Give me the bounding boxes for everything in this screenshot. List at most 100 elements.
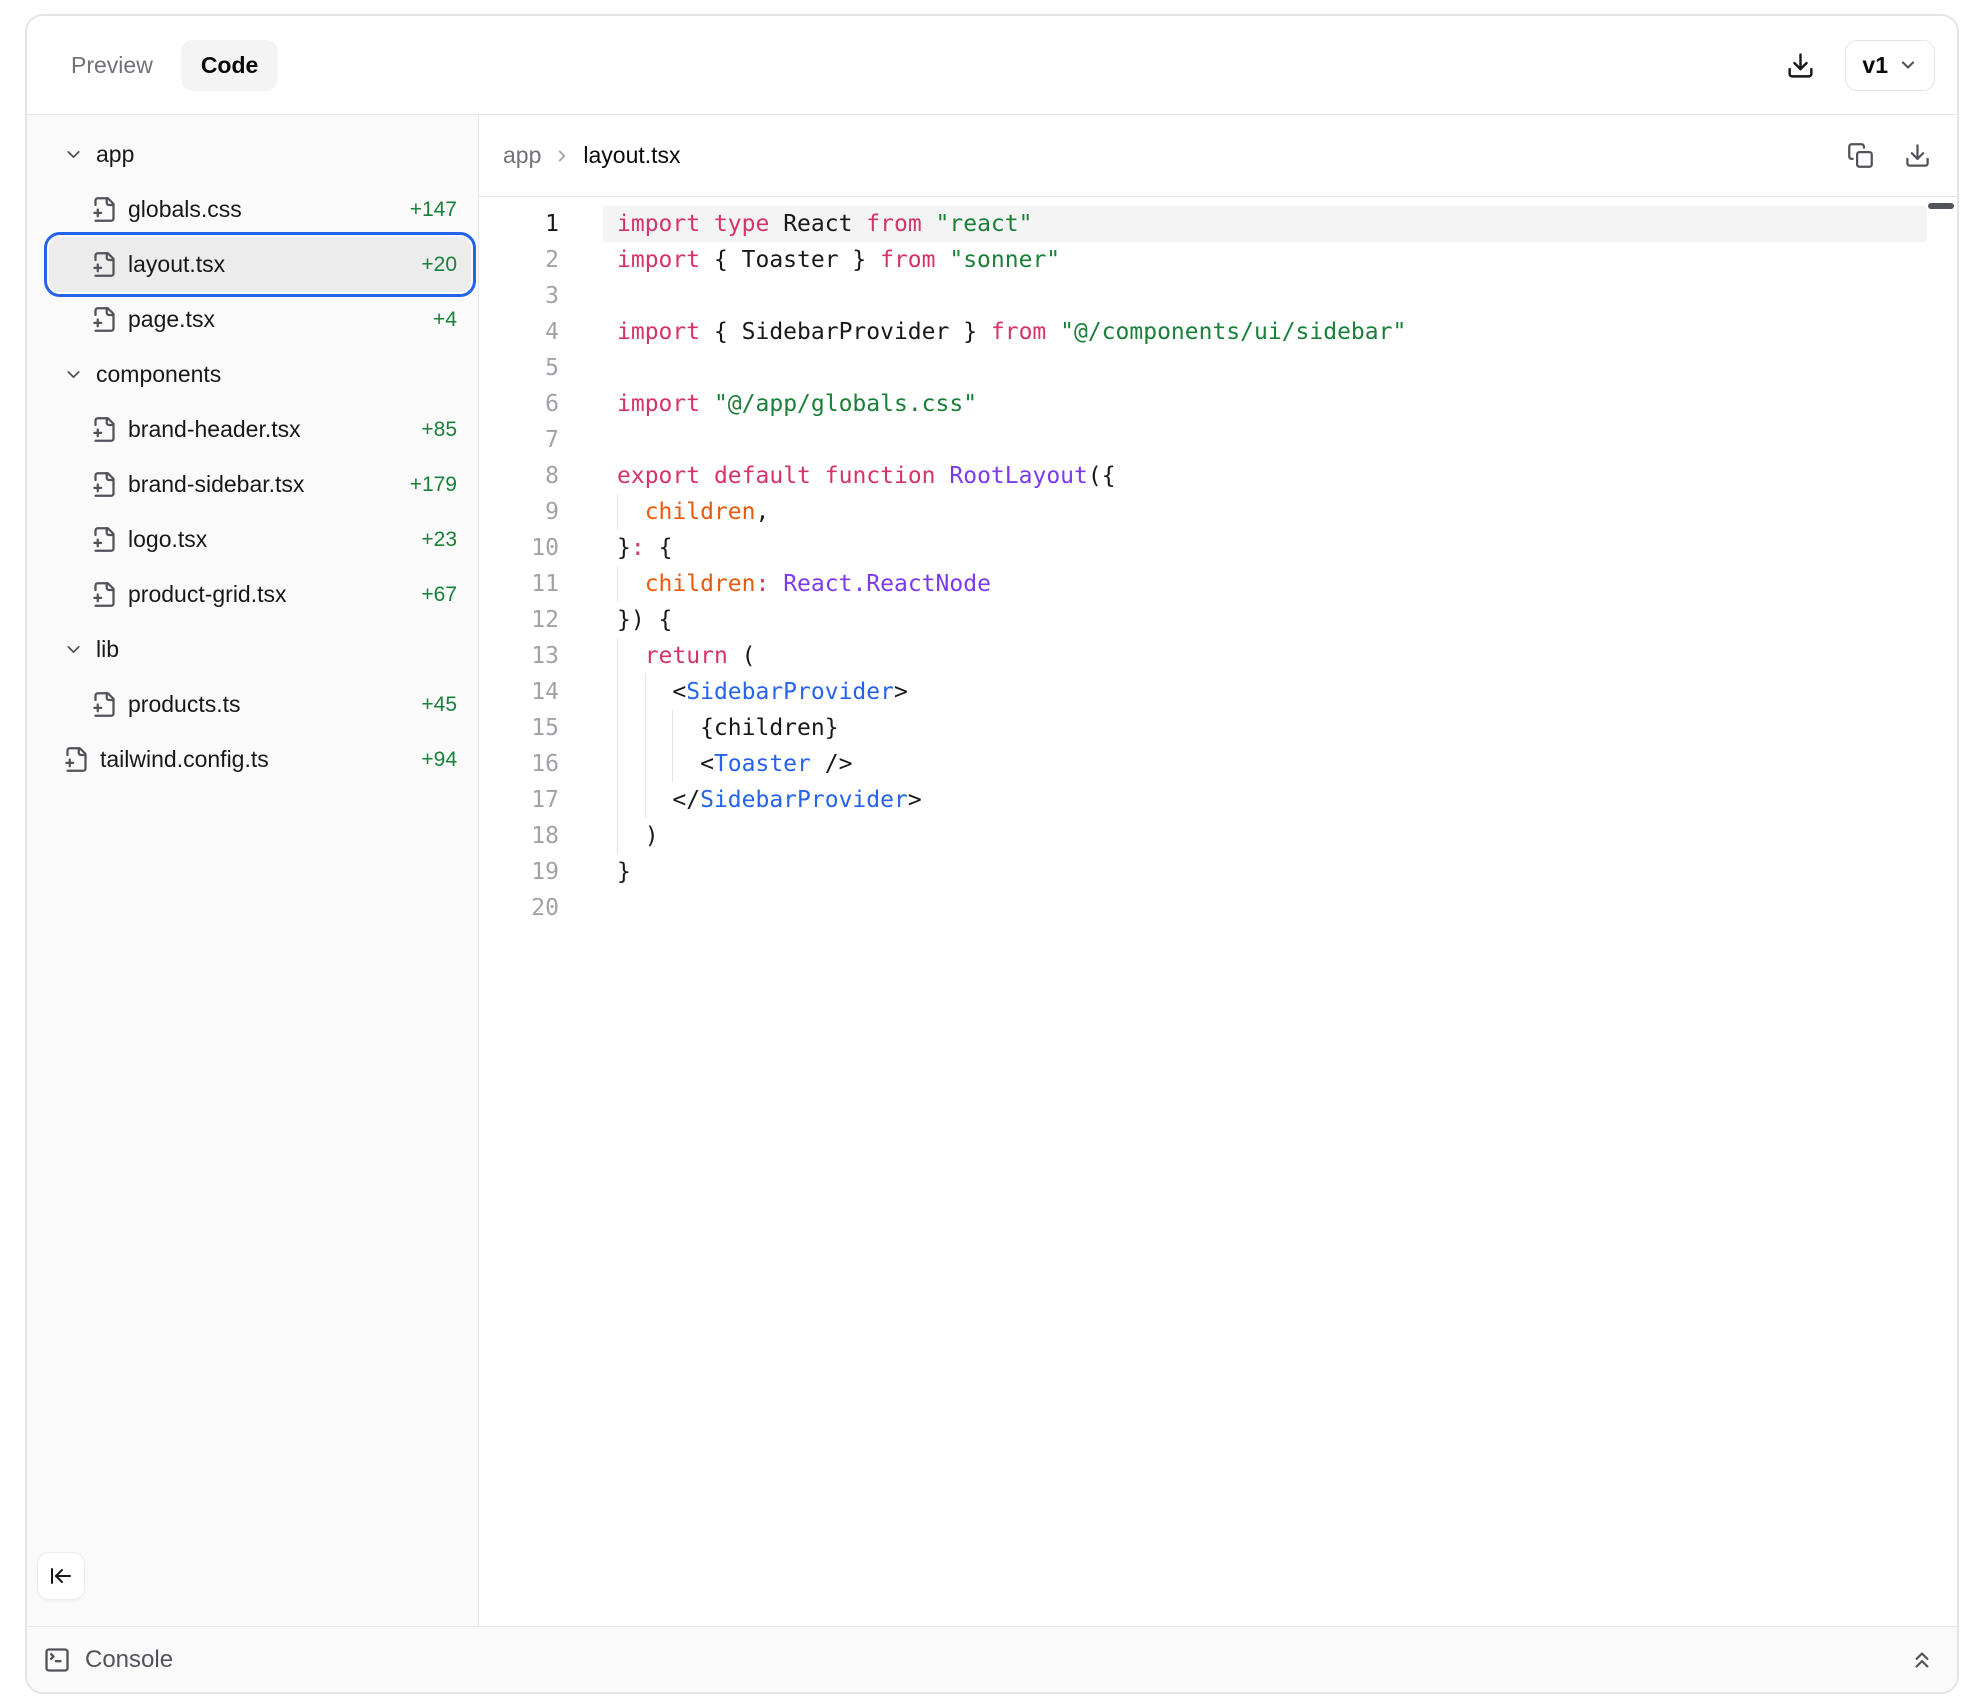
line-content — [603, 278, 1927, 314]
diff-added-badge: +4 — [433, 308, 457, 332]
line-content: } — [603, 854, 1927, 890]
file-label: tailwind.config.ts — [100, 746, 269, 773]
file-label: logo.tsx — [128, 526, 207, 553]
copy-code-button[interactable] — [1847, 142, 1874, 169]
chevron-right-icon — [553, 147, 571, 165]
code-line: 3 — [479, 278, 1957, 314]
sidebar-item-tailwind-config-ts[interactable]: tailwind.config.ts +94 — [49, 732, 471, 787]
sidebar-item-lib[interactable]: lib — [49, 622, 471, 677]
line-content — [603, 350, 1927, 386]
scrollbar-thumb[interactable] — [1928, 203, 1954, 209]
top-toolbar: Preview Code v1 — [27, 16, 1957, 115]
toolbar-actions: v1 — [1786, 40, 1935, 91]
code-line: 12}) { — [479, 602, 1957, 638]
indent-guide — [617, 566, 618, 602]
sidebar-item-product-grid-tsx[interactable]: product-grid.tsx+67 — [49, 567, 471, 622]
sidebar-item-brand-header-tsx[interactable]: brand-header.tsx+85 — [49, 402, 471, 457]
code-viewer-window: Preview Code v1 app globals.css +147 layout… — [25, 14, 1959, 1694]
file-label: globals.css — [128, 196, 242, 223]
line-number: 14 — [479, 674, 559, 710]
code-panel: app layout.tsx — [479, 115, 1957, 1626]
indent-guide — [617, 638, 618, 674]
line-number: 13 — [479, 638, 559, 674]
breadcrumb-file: layout.tsx — [583, 142, 680, 169]
version-dropdown[interactable]: v1 — [1845, 40, 1935, 91]
expand-console-button[interactable] — [1909, 1647, 1935, 1673]
line-content: }) { — [603, 602, 1927, 638]
file-label: components — [96, 361, 221, 388]
code-line: 14 <SidebarProvider> — [479, 674, 1957, 710]
code-line: 16 <Toaster /> — [479, 746, 1957, 782]
download-code-button[interactable] — [1904, 142, 1931, 169]
download-button[interactable] — [1786, 51, 1815, 80]
breadcrumb: app layout.tsx — [503, 142, 681, 169]
file-plus-icon — [91, 526, 118, 553]
line-number: 5 — [479, 350, 559, 386]
indent-guide — [617, 818, 618, 854]
terminal-icon — [43, 1646, 71, 1674]
sidebar-item-globals-css[interactable]: globals.css +147 — [49, 182, 471, 237]
file-label: products.ts — [128, 691, 241, 718]
line-number: 9 — [479, 494, 559, 530]
chevron-down-icon — [63, 639, 84, 660]
line-number: 11 — [479, 566, 559, 602]
version-label: v1 — [1862, 52, 1888, 79]
line-content: import "@/app/globals.css" — [603, 386, 1927, 422]
tab-code[interactable]: Code — [181, 40, 279, 91]
chevron-down-icon — [1898, 55, 1918, 75]
line-number: 8 — [479, 458, 559, 494]
sidebar-item-components[interactable]: components — [49, 347, 471, 402]
arrow-left-to-line-icon — [49, 1564, 73, 1588]
diff-added-badge: +147 — [410, 198, 457, 222]
sidebar-item-logo-tsx[interactable]: logo.tsx +23 — [49, 512, 471, 567]
code-line: 9 children, — [479, 494, 1957, 530]
sidebar-item-app[interactable]: app — [49, 127, 471, 182]
line-content: children, — [603, 494, 1927, 530]
indent-guide — [645, 746, 646, 782]
file-plus-icon — [91, 581, 118, 608]
collapse-sidebar-button[interactable] — [37, 1552, 85, 1600]
line-number: 19 — [479, 854, 559, 890]
chevron-down-icon — [63, 144, 84, 165]
line-number: 17 — [479, 782, 559, 818]
line-content: <Toaster /> — [603, 746, 1927, 782]
line-number: 6 — [479, 386, 559, 422]
diff-added-badge: +94 — [421, 748, 457, 772]
code-line: 6 import "@/app/globals.css" — [479, 386, 1957, 422]
line-number: 16 — [479, 746, 559, 782]
line-content: ) — [603, 818, 1927, 854]
file-plus-icon — [91, 416, 118, 443]
sidebar-item-page-tsx[interactable]: page.tsx +4 — [49, 292, 471, 347]
sidebar-item-products-ts[interactable]: products.ts +45 — [49, 677, 471, 732]
code-line: 15 {children} — [479, 710, 1957, 746]
code-line: 19} — [479, 854, 1957, 890]
line-number: 1 — [479, 206, 559, 242]
breadcrumb-folder[interactable]: app — [503, 142, 541, 169]
indent-guide — [672, 746, 673, 782]
code-line: 20 — [479, 890, 1957, 926]
code-lines: 1import type React from "react"2import {… — [479, 206, 1957, 926]
file-plus-icon — [91, 251, 118, 278]
diff-added-badge: +45 — [421, 693, 457, 717]
indent-guide — [645, 782, 646, 818]
file-label: page.tsx — [128, 306, 215, 333]
tab-preview[interactable]: Preview — [51, 40, 173, 91]
file-plus-icon — [91, 471, 118, 498]
line-content: children: React.ReactNode — [603, 566, 1927, 602]
sidebar-item-layout-tsx[interactable]: layout.tsx+20 — [49, 237, 471, 292]
line-number: 20 — [479, 890, 559, 926]
diff-added-badge: +20 — [421, 253, 457, 277]
indent-guide — [617, 746, 618, 782]
console-label: Console — [85, 1646, 173, 1674]
sidebar-item-brand-sidebar-tsx[interactable]: brand-sidebar.tsx+179 — [49, 457, 471, 512]
code-line: 10}: { — [479, 530, 1957, 566]
code-line: 11 children: React.ReactNode — [479, 566, 1957, 602]
file-plus-icon — [91, 691, 118, 718]
file-tree-sidebar: app globals.css +147 layout.tsx+20 page.tsx +… — [27, 115, 479, 1626]
code-line: 4import { SidebarProvider } from "@/comp… — [479, 314, 1957, 350]
indent-guide — [645, 710, 646, 746]
console-bar[interactable]: Console — [27, 1626, 1957, 1692]
line-number: 15 — [479, 710, 559, 746]
diff-added-badge: +23 — [421, 528, 457, 552]
line-content: }: { — [603, 530, 1927, 566]
